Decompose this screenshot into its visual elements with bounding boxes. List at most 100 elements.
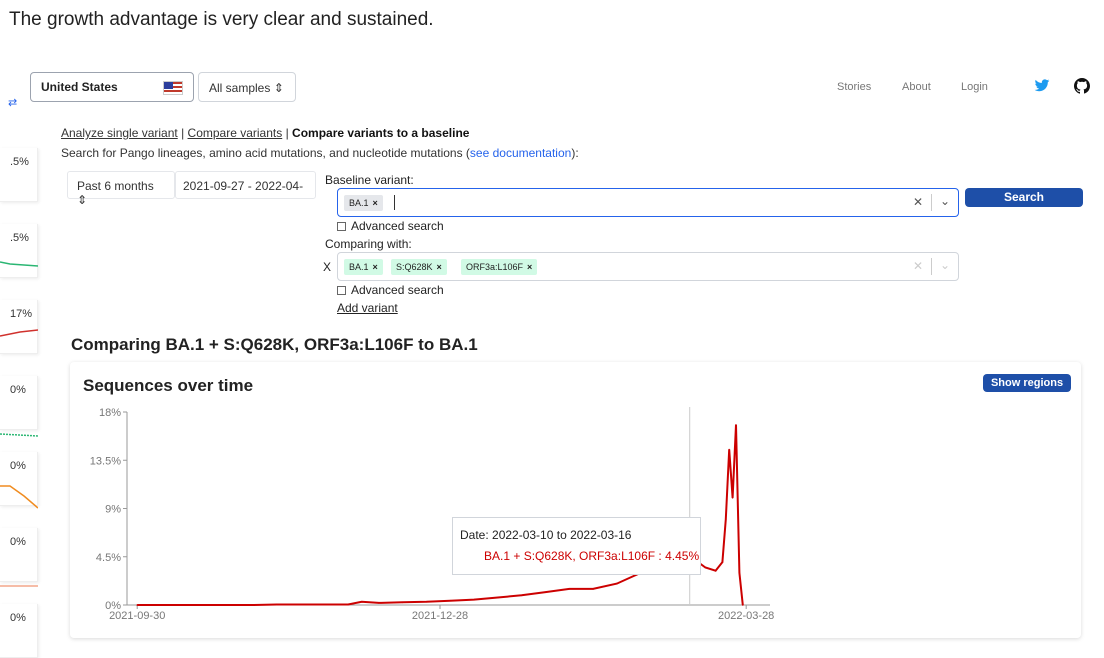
nav-about[interactable]: About bbox=[902, 81, 931, 93]
period-label: Past 6 months bbox=[77, 179, 154, 193]
y-tick-label: 13.5% bbox=[90, 455, 121, 467]
documentation-link[interactable]: see documentation bbox=[470, 146, 571, 160]
sidebar-card-1[interactable]: .5% bbox=[0, 148, 38, 202]
x-tick-label: 2022-03-28 bbox=[718, 610, 774, 622]
data-point bbox=[204, 604, 207, 606]
variant-chip[interactable]: BA.1 × bbox=[344, 195, 383, 211]
tab-single-variant[interactable]: Analyze single variant bbox=[61, 126, 178, 140]
sparkline bbox=[0, 261, 38, 267]
search-description: Search for Pango lineages, amino acid mu… bbox=[61, 146, 579, 160]
data-point bbox=[721, 561, 724, 563]
data-point bbox=[568, 588, 571, 590]
sidebar-card-5[interactable]: 0% bbox=[0, 452, 38, 509]
data-point bbox=[704, 566, 707, 569]
tab-separator: | bbox=[177, 126, 188, 140]
swap-icon[interactable]: ⇄ bbox=[8, 96, 17, 109]
variant-chip[interactable]: ORF3a:L106F × bbox=[461, 259, 538, 275]
sparkline bbox=[0, 433, 38, 437]
variant-chip[interactable]: S:Q628K × bbox=[391, 259, 447, 275]
data-point bbox=[714, 569, 717, 572]
data-point bbox=[497, 596, 499, 599]
search-description-end: ): bbox=[571, 146, 579, 160]
nav-stories[interactable]: Stories bbox=[837, 81, 871, 93]
sparkline bbox=[0, 485, 38, 509]
samples-select[interactable]: All samples ⇕ bbox=[198, 72, 296, 102]
baseline-advanced-search[interactable]: Advanced search bbox=[337, 219, 444, 233]
data-point bbox=[724, 518, 727, 521]
remove-chip-icon[interactable]: × bbox=[373, 198, 378, 208]
chevron-down-icon[interactable]: ⌄ bbox=[940, 258, 950, 272]
sidebar-card-3[interactable]: 17% bbox=[0, 300, 38, 354]
sidebar-card-6[interactable]: 0% bbox=[0, 528, 38, 587]
sidebar-card-pct: 0% bbox=[10, 384, 26, 396]
data-point bbox=[616, 582, 618, 585]
sidebar-card-pct: 0% bbox=[10, 612, 26, 624]
sidebar-card-2[interactable]: .5% bbox=[0, 224, 38, 278]
chart-title: Sequences over time bbox=[83, 376, 254, 395]
data-point bbox=[299, 603, 302, 606]
intro-text: The growth advantage is very clear and s… bbox=[9, 9, 434, 30]
data-point bbox=[170, 604, 173, 606]
github-icon[interactable] bbox=[1074, 78, 1090, 94]
remove-chip-icon[interactable]: × bbox=[527, 262, 532, 272]
sparkline bbox=[0, 585, 38, 587]
chart-tooltip: Date: 2022-03-10 to 2022-03-16 BA.1 + S:… bbox=[452, 517, 701, 575]
comparing-variant-select[interactable]: BA.1 × S:Q628K × ORF3a:L106F × ✕ ⌄ bbox=[337, 252, 959, 281]
clear-icon[interactable]: ✕ bbox=[913, 195, 923, 209]
sparkline bbox=[0, 176, 38, 196]
tooltip-date: Date: 2022-03-10 to 2022-03-16 bbox=[460, 528, 632, 542]
country-label: United States bbox=[41, 80, 118, 94]
variant-chip[interactable]: BA.1 × bbox=[344, 259, 383, 275]
clear-icon[interactable]: ✕ bbox=[913, 259, 923, 273]
tooltip-value: BA.1 + S:Q628K, ORF3a:L106F : 4.45% bbox=[484, 549, 700, 563]
period-select[interactable]: Past 6 months ⇕ bbox=[67, 171, 175, 207]
data-point bbox=[360, 600, 363, 603]
updown-icon: ⇕ bbox=[77, 193, 88, 207]
remove-chip-icon[interactable]: × bbox=[373, 262, 378, 272]
search-button[interactable]: Search bbox=[965, 188, 1083, 207]
tab-compare-baseline[interactable]: Compare variants to a baseline bbox=[292, 126, 469, 140]
data-point bbox=[401, 601, 404, 604]
analysis-tabs: Analyze single variant | Compare variant… bbox=[61, 126, 469, 140]
data-point bbox=[741, 604, 744, 606]
checkbox[interactable] bbox=[337, 222, 346, 231]
nav-login[interactable]: Login bbox=[961, 81, 988, 93]
data-point bbox=[592, 588, 594, 590]
sidebar-card-pct: .5% bbox=[10, 156, 29, 168]
chevron-down-icon[interactable]: ⌄ bbox=[940, 194, 950, 208]
data-point bbox=[738, 572, 741, 574]
twitter-icon[interactable] bbox=[1034, 79, 1050, 93]
data-point bbox=[347, 603, 349, 606]
series-line bbox=[137, 424, 744, 606]
show-regions-button[interactable]: Show regions bbox=[983, 374, 1071, 392]
data-point bbox=[228, 604, 230, 606]
sidebar-card-7[interactable]: 0% bbox=[0, 604, 38, 658]
add-variant-link[interactable]: Add variant bbox=[337, 301, 398, 315]
advanced-search-label: Advanced search bbox=[351, 283, 444, 297]
samples-label: All samples bbox=[209, 81, 271, 95]
variant-chip-label: BA.1 bbox=[349, 198, 369, 208]
y-tick-label: 4.5% bbox=[96, 552, 121, 564]
checkbox[interactable] bbox=[337, 286, 346, 295]
tab-compare-variants[interactable]: Compare variants bbox=[188, 126, 283, 140]
data-point bbox=[449, 599, 452, 602]
data-point bbox=[544, 591, 547, 593]
select-separator bbox=[931, 194, 932, 211]
data-point bbox=[136, 604, 139, 606]
date-range-input[interactable]: 2021-09-27 - 2022-04- bbox=[175, 171, 316, 199]
sequences-chart[interactable]: 0%4.5%9%13.5%18%2021-09-30 2021-12-28 2022… bbox=[70, 400, 1070, 630]
country-select[interactable]: United States bbox=[30, 72, 194, 102]
sidebar-card-pct: .5% bbox=[10, 232, 29, 244]
comparing-advanced-search[interactable]: Advanced search bbox=[337, 283, 444, 297]
search-description-text: Search for Pango lineages, amino acid mu… bbox=[61, 146, 470, 160]
updown-icon: ⇕ bbox=[273, 81, 284, 95]
remove-chip-icon[interactable]: × bbox=[437, 262, 442, 272]
compare-title: Comparing BA.1 + S:Q628K, ORF3a:L106F to… bbox=[71, 335, 478, 354]
sidebar-card-4[interactable]: 0% bbox=[0, 376, 38, 437]
baseline-variant-select[interactable]: BA.1 × ✕ ⌄ bbox=[337, 188, 959, 217]
comparing-prefix: X bbox=[323, 260, 332, 274]
y-tick-label: 9% bbox=[105, 504, 121, 516]
baseline-label: Baseline variant: bbox=[325, 173, 414, 187]
data-point bbox=[252, 604, 254, 606]
sidebar-card-pct: 0% bbox=[10, 460, 26, 472]
